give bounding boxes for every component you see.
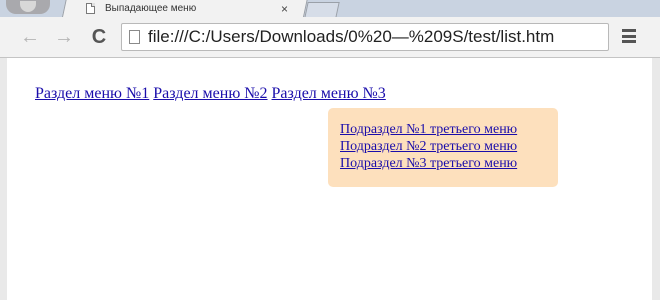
reload-icon[interactable]: C xyxy=(88,23,110,51)
menu-link-1[interactable]: Раздел меню №1 xyxy=(35,85,149,102)
submenu-link-3[interactable]: Подраздел №3 третьего меню xyxy=(340,156,517,171)
tab-content: Выпадающее меню × xyxy=(74,0,292,17)
list-item: Подраздел №3 третьего меню xyxy=(340,155,517,172)
submenu-link-2[interactable]: Подраздел №2 третьего меню xyxy=(340,139,517,154)
browser-toolbar: ← → C file:///C:/Users/Downloads/0%20—%2… xyxy=(0,17,660,58)
page-icon xyxy=(86,3,95,14)
address-bar[interactable]: file:///C:/Users/Downloads/0%20—%209S/te… xyxy=(121,23,609,51)
page-viewport: Раздел меню №1 Раздел меню №2 Раздел мен… xyxy=(7,58,652,300)
menu-link-3[interactable]: Раздел меню №3 xyxy=(272,85,386,102)
close-icon[interactable]: × xyxy=(281,2,288,16)
page-icon xyxy=(129,30,140,44)
list-item: Подраздел №2 третьего меню xyxy=(340,138,517,155)
tab-strip: Выпадающее меню × xyxy=(0,0,660,18)
menu-icon[interactable] xyxy=(622,29,636,43)
back-icon[interactable]: ← xyxy=(19,23,41,51)
new-tab-button[interactable] xyxy=(304,2,340,18)
top-menu: Раздел меню №1 Раздел меню №2 Раздел мен… xyxy=(35,85,386,103)
submenu-link-1[interactable]: Подраздел №1 третьего меню xyxy=(340,122,517,137)
menu-link-2[interactable]: Раздел меню №2 xyxy=(153,85,267,102)
dropdown-submenu: Подраздел №1 третьего меню Подраздел №2 … xyxy=(328,108,558,187)
forward-icon[interactable]: → xyxy=(53,23,75,51)
browser-window: Выпадающее меню × ← → C file:///C:/Users… xyxy=(0,0,660,300)
tab-title: Выпадающее меню xyxy=(105,3,197,14)
address-url[interactable]: file:///C:/Users/Downloads/0%20—%209S/te… xyxy=(148,27,554,47)
list-item: Подраздел №1 третьего меню xyxy=(340,121,517,138)
profile-icon[interactable] xyxy=(6,0,50,14)
